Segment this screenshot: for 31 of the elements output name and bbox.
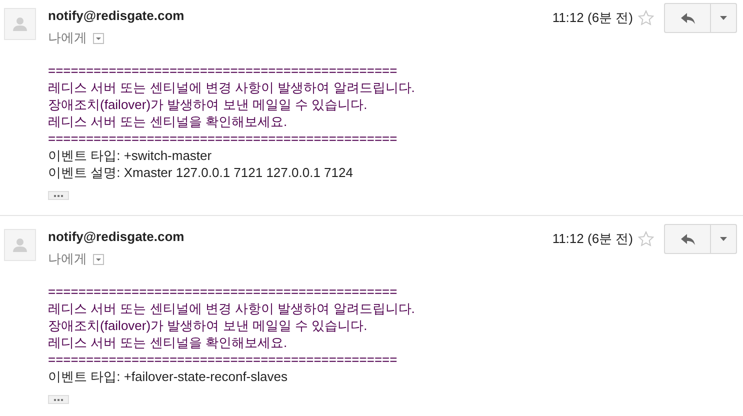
sender-address: notify@redisgate.com [48,8,184,23]
recipient-label: 나에게 [48,29,87,47]
message-line: 장애조치(failover)가 발생하여 보낸 메일일 수 있습니다. [48,96,368,113]
message-line: ============================================== [48,351,398,368]
message-line: 이벤트 타입: +switch-master [48,147,213,164]
details-dropdown-icon[interactable] [93,32,104,44]
message-line: 레디스 서버 또는 센티널에 변경 사항이 발생하여 알려드립니다. [48,300,416,317]
reply-arrow-icon [680,234,694,244]
message-time: 11:12 (6분 전) [552,9,633,28]
message-line: ============================================== [48,62,398,79]
sender-address: notify@redisgate.com [48,229,184,244]
message-line: ============================================== [48,283,398,300]
show-trimmed-content-button[interactable] [48,191,69,200]
show-trimmed-content-button[interactable] [48,395,69,404]
message-line: 이벤트 설명: Xmaster 127.0.0.1 7121 127.0.0.1 7124 [48,164,354,181]
message-line: ============================================== [48,130,398,147]
message-line: 장애조치(failover)가 발생하여 보낸 메일일 수 있습니다. [48,317,368,334]
caret-icon [720,16,727,20]
star-icon[interactable] [638,231,654,247]
details-dropdown-icon[interactable] [93,254,104,264]
message-line: 이벤트 타입: +failover-state-reconf-slaves [48,368,288,385]
caret-icon [720,237,727,241]
reply-arrow-icon [680,12,694,24]
message-line: 레디스 서버 또는 센티널을 확인해보세요. [48,113,288,130]
message-time: 11:12 (6분 전) [552,230,633,248]
star-icon[interactable] [638,10,654,26]
message-line: 레디스 서버 또는 센티널에 변경 사항이 발생하여 알려드립니다. [48,79,416,96]
avatar-icon [4,8,36,40]
recipient-label: 나에게 [48,250,87,268]
message-line: 레디스 서버 또는 센티널을 확인해보세요. [48,334,288,351]
avatar-icon [4,229,36,261]
